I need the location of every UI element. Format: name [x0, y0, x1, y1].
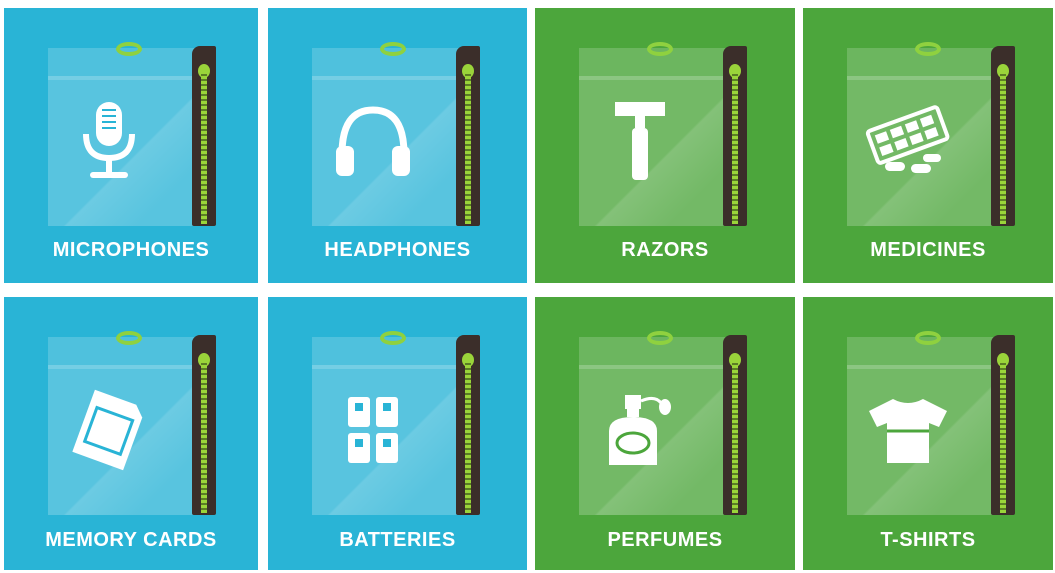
- tile-memory-cards[interactable]: MEMORY CARDS: [4, 297, 258, 570]
- pills-icon: [863, 96, 953, 186]
- tile-headphones[interactable]: HEADPHONES: [268, 8, 527, 283]
- tile-perfumes[interactable]: PERFUMES: [535, 297, 795, 570]
- tile-label: T-SHIRTS: [880, 529, 976, 551]
- tile-label: MEMORY CARDS: [45, 529, 217, 551]
- memory-card-icon: [64, 385, 154, 475]
- tile-medicines[interactable]: MEDICINES: [803, 8, 1053, 283]
- perfume-icon: [595, 385, 685, 475]
- tile-label: MICROPHONES: [52, 239, 210, 261]
- tile-razors[interactable]: RAZORS: [535, 8, 795, 283]
- tile-batteries[interactable]: BATTERIES: [268, 297, 527, 570]
- tile-microphones[interactable]: MICROPHONES: [4, 8, 258, 283]
- tile-t-shirts[interactable]: T-SHIRTS: [803, 297, 1053, 570]
- tile-label: MEDICINES: [870, 239, 986, 261]
- tile-label: RAZORS: [621, 239, 709, 261]
- headphones-icon: [328, 96, 418, 186]
- tshirt-icon: [863, 385, 953, 475]
- tile-label: PERFUMES: [607, 529, 723, 551]
- razor-icon: [595, 96, 685, 186]
- tile-label: BATTERIES: [339, 529, 456, 551]
- tile-label: HEADPHONES: [324, 239, 471, 261]
- microphone-icon: [64, 96, 154, 186]
- batteries-icon: [328, 385, 418, 475]
